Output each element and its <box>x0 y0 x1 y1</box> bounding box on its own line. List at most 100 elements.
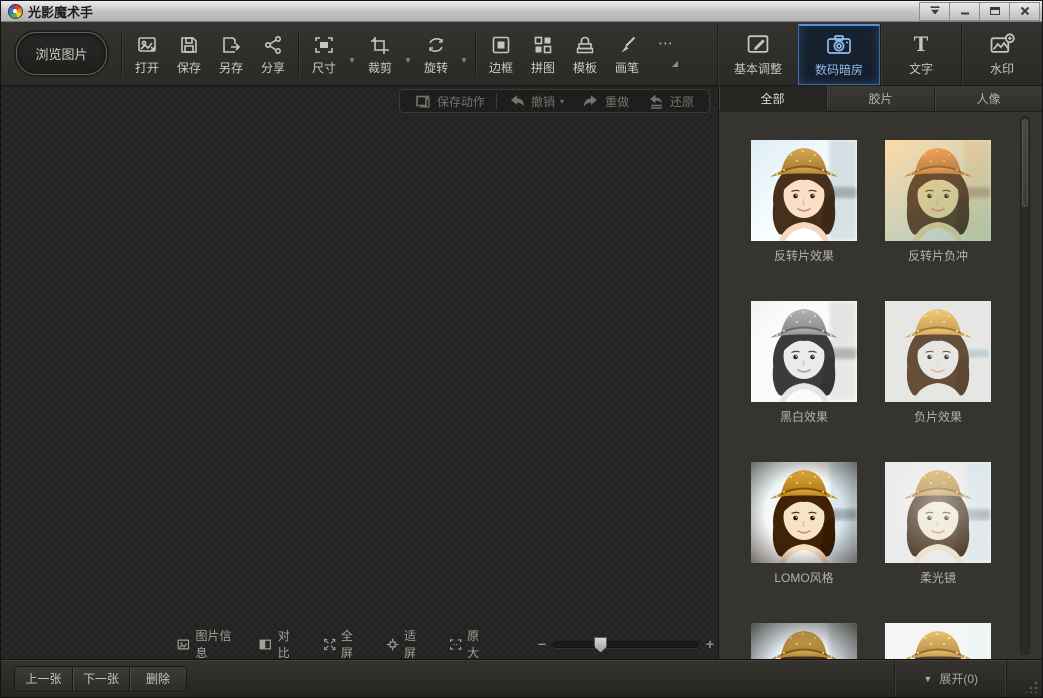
filter-label: 柔光镜 <box>885 569 991 584</box>
maximize-icon <box>990 7 1000 15</box>
portrait-photo <box>885 140 991 241</box>
filter-label: 黑白效果 <box>751 408 857 423</box>
filter-thumbnail[interactable] <box>885 140 991 241</box>
undo-button[interactable]: 撤销 ▾ <box>499 93 573 110</box>
open-label: 打开 <box>135 59 159 76</box>
minimize-button[interactable] <box>949 2 980 21</box>
fullscreen-button[interactable]: 全屏 <box>323 627 360 661</box>
fit-screen-button[interactable]: 适屏 <box>386 627 423 661</box>
app-logo-icon <box>8 4 23 19</box>
filter-item[interactable]: 负片效果 <box>885 301 991 423</box>
crop-dropdown-arrow[interactable]: ▾ <box>401 22 415 85</box>
actual-size-button[interactable]: 原大 <box>449 627 486 661</box>
rotate-button[interactable]: 旋转 <box>415 22 457 85</box>
crop-button[interactable]: 裁剪 <box>359 22 401 85</box>
resize-dropdown-arrow[interactable]: ▾ <box>345 22 359 85</box>
filter-item[interactable]: 黑白效果 <box>751 301 857 423</box>
zoom-slider-thumb[interactable] <box>594 637 607 653</box>
template-label: 模板 <box>573 59 597 76</box>
border-button[interactable]: 边框 <box>480 22 522 85</box>
filter-thumbnail[interactable] <box>751 623 857 659</box>
save-as-button[interactable]: 另存 <box>210 22 252 85</box>
compare-button[interactable]: 对比 <box>259 627 296 661</box>
panel-tab-portrait[interactable]: 人像 <box>934 86 1042 112</box>
filter-grid: 反转片效果 反转片负冲 黑白效果 负片效果 LOMO风格 柔光镜 <box>719 112 1042 659</box>
tab-digital-darkroom[interactable]: 数码暗房 <box>798 24 880 85</box>
image-canvas[interactable] <box>1 115 718 629</box>
redo-label: 重做 <box>605 93 629 110</box>
filter-thumbnail[interactable] <box>885 301 991 402</box>
tab-watermark[interactable]: 水印 <box>961 24 1042 85</box>
collage-button[interactable]: 拼图 <box>522 22 564 85</box>
minimize-icon <box>960 6 970 16</box>
delete-image-button[interactable]: 删除 <box>129 667 186 691</box>
brush-button[interactable]: 画笔 <box>606 22 648 85</box>
share-icon <box>262 35 284 55</box>
portrait-photo <box>751 301 857 402</box>
redo-button[interactable]: 重做 <box>573 93 638 110</box>
share-button[interactable]: 分享 <box>252 22 294 85</box>
effects-panel-tabs: 全部 胶片 人像 <box>719 86 1042 112</box>
border-icon <box>490 35 512 55</box>
filter-item[interactable]: 反转片效果 <box>751 140 857 262</box>
filter-item[interactable]: 反转片负冲 <box>885 140 991 262</box>
filter-thumbnail[interactable] <box>751 301 857 402</box>
fullscreen-label: 全屏 <box>341 627 360 661</box>
canvas-header: 保存动作 撤销 ▾ 重做 还原 <box>1 87 718 115</box>
next-image-button[interactable]: 下一张 <box>72 667 129 691</box>
filter-thumbnail[interactable] <box>751 462 857 563</box>
toolbar: 浏览图片 打开 保存 另存 分享 尺寸 ▾ 裁剪 ▾ <box>1 22 1042 86</box>
maximize-button[interactable] <box>979 2 1010 21</box>
browse-images-button[interactable]: 浏览图片 <box>16 32 107 75</box>
filter-item[interactable] <box>751 623 857 659</box>
template-button[interactable]: 模板 <box>564 22 606 85</box>
zoom-slider[interactable] <box>553 641 699 648</box>
window-controls <box>920 2 1040 21</box>
more-tools-button[interactable]: ⋯ ◢ <box>648 22 684 85</box>
rotate-label: 旋转 <box>424 59 448 76</box>
portrait-photo <box>885 462 991 563</box>
filter-item[interactable]: 柔光镜 <box>885 462 991 584</box>
brush-icon <box>616 35 638 55</box>
panel-scrollbar-thumb[interactable] <box>1022 119 1028 207</box>
save-button[interactable]: 保存 <box>168 22 210 85</box>
share-label: 分享 <box>261 59 285 76</box>
text-icon: T <box>908 32 934 55</box>
collage-label: 拼图 <box>531 59 555 76</box>
tab-basic-adjust-label: 基本调整 <box>734 60 782 77</box>
more-dots-icon: ⋯ <box>658 39 674 49</box>
filter-label: 反转片负冲 <box>885 247 991 262</box>
panel-scrollbar[interactable] <box>1020 116 1030 655</box>
rotate-dropdown-arrow[interactable]: ▾ <box>457 22 471 85</box>
close-button[interactable] <box>1009 2 1040 21</box>
zoom-in-button[interactable]: + <box>702 636 718 652</box>
toolbar-separator <box>298 30 299 77</box>
filter-item[interactable] <box>885 623 991 659</box>
app-window: 光影魔术手 浏览图片 打开 保存 另存 分享 <box>0 0 1043 698</box>
portrait-photo <box>885 623 991 659</box>
previous-image-button[interactable]: 上一张 <box>15 667 72 691</box>
save-label: 保存 <box>177 59 201 76</box>
save-action-button[interactable]: 保存动作 <box>406 93 494 110</box>
tab-text[interactable]: T 文字 <box>880 24 961 85</box>
resize-icon <box>313 35 335 55</box>
restore-button[interactable]: 还原 <box>638 93 703 110</box>
panel-tab-film[interactable]: 胶片 <box>826 86 934 112</box>
effects-panel-content: 反转片效果 反转片负冲 黑白效果 负片效果 LOMO风格 柔光镜 <box>719 112 1042 659</box>
tab-basic-adjust[interactable]: 基本调整 <box>717 24 798 85</box>
titlebar: 光影魔术手 <box>1 1 1042 22</box>
filter-thumbnail[interactable] <box>885 623 991 659</box>
skin-menu-button[interactable] <box>919 2 950 21</box>
open-button[interactable]: 打开 <box>126 22 168 85</box>
filter-thumbnail[interactable] <box>751 140 857 241</box>
panel-tab-all[interactable]: 全部 <box>719 86 826 112</box>
close-icon <box>1020 6 1030 16</box>
filter-item[interactable]: LOMO风格 <box>751 462 857 584</box>
undo-dropdown-arrow[interactable]: ▾ <box>560 97 564 106</box>
resize-button[interactable]: 尺寸 <box>303 22 345 85</box>
image-info-button[interactable]: 图片信息 <box>177 627 233 661</box>
filter-thumbnail[interactable] <box>885 462 991 563</box>
resize-grip[interactable] <box>1026 681 1038 693</box>
zoom-out-button[interactable]: − <box>534 636 550 652</box>
expand-tray-button[interactable]: ▼ 展开(0) <box>894 660 1007 697</box>
